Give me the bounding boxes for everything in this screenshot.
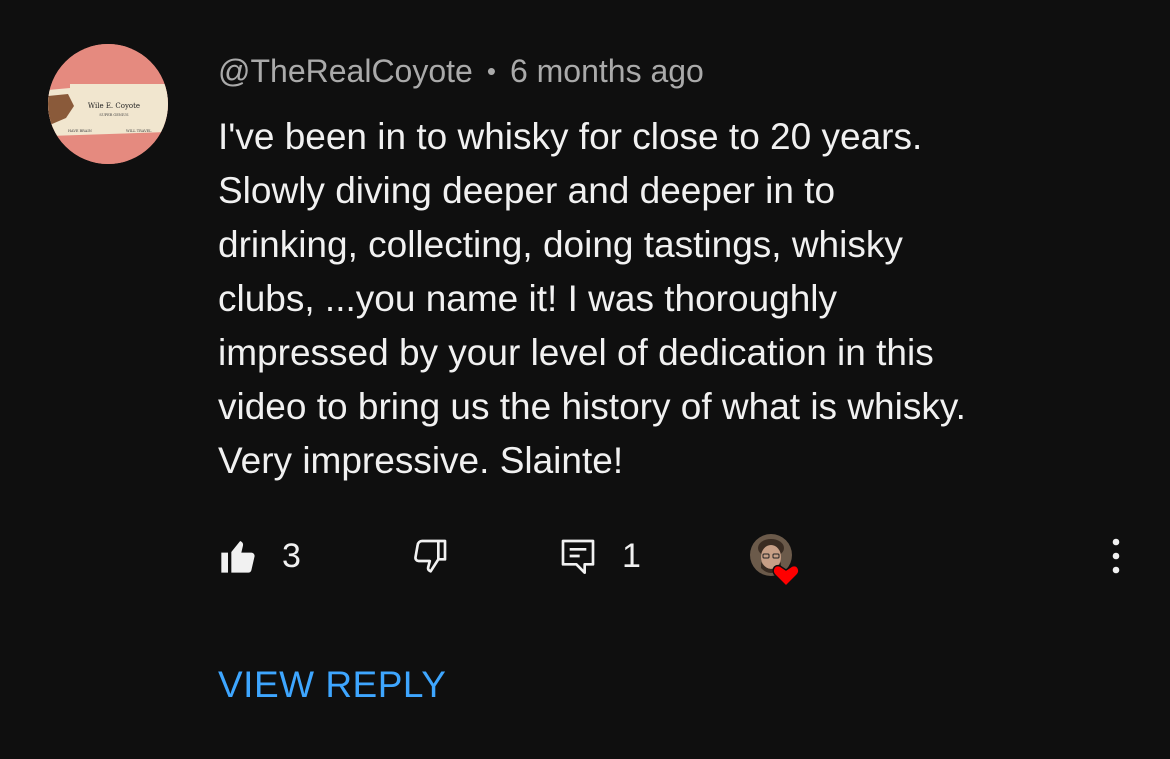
comment-header: @TheRealCoyote • 6 months ago [218,50,704,92]
view-reply-link[interactable]: VIEW REPLY [218,664,446,706]
like-button[interactable]: 3 [218,528,301,584]
like-count: 3 [282,536,301,575]
comment-text: I've been in to whisky for close to 20 y… [218,116,966,481]
comment-action-bar: 3 1 [218,528,1138,588]
reply-button[interactable]: 1 [558,528,641,584]
separator-dot: • [486,55,496,86]
more-vertical-icon [1112,538,1120,574]
author-handle[interactable]: @TheRealCoyote [218,53,473,90]
comment-thread: Wile E. Coyote SUPER GENIUS HAVE BRAIN W… [0,0,1170,759]
card-title-text: SUPER GENIUS [99,113,129,117]
comment-icon [561,539,595,574]
thumbs-down-icon [414,539,447,573]
card-left-text: HAVE BRAIN [68,129,92,133]
comment-timestamp[interactable]: 6 months ago [510,53,704,90]
more-options-button[interactable] [1104,534,1128,578]
dislike-button[interactable] [410,528,450,584]
card-name-text: Wile E. Coyote [88,102,140,110]
creator-heart-icon [750,534,800,588]
card-right-text: WILL TRAVEL [126,129,152,133]
author-avatar[interactable]: Wile E. Coyote SUPER GENIUS HAVE BRAIN W… [48,44,168,164]
creator-heart [746,530,808,592]
thumbs-up-icon [221,541,255,573]
business-card-image: Wile E. Coyote SUPER GENIUS HAVE BRAIN W… [48,44,168,164]
reply-count: 1 [622,536,641,575]
